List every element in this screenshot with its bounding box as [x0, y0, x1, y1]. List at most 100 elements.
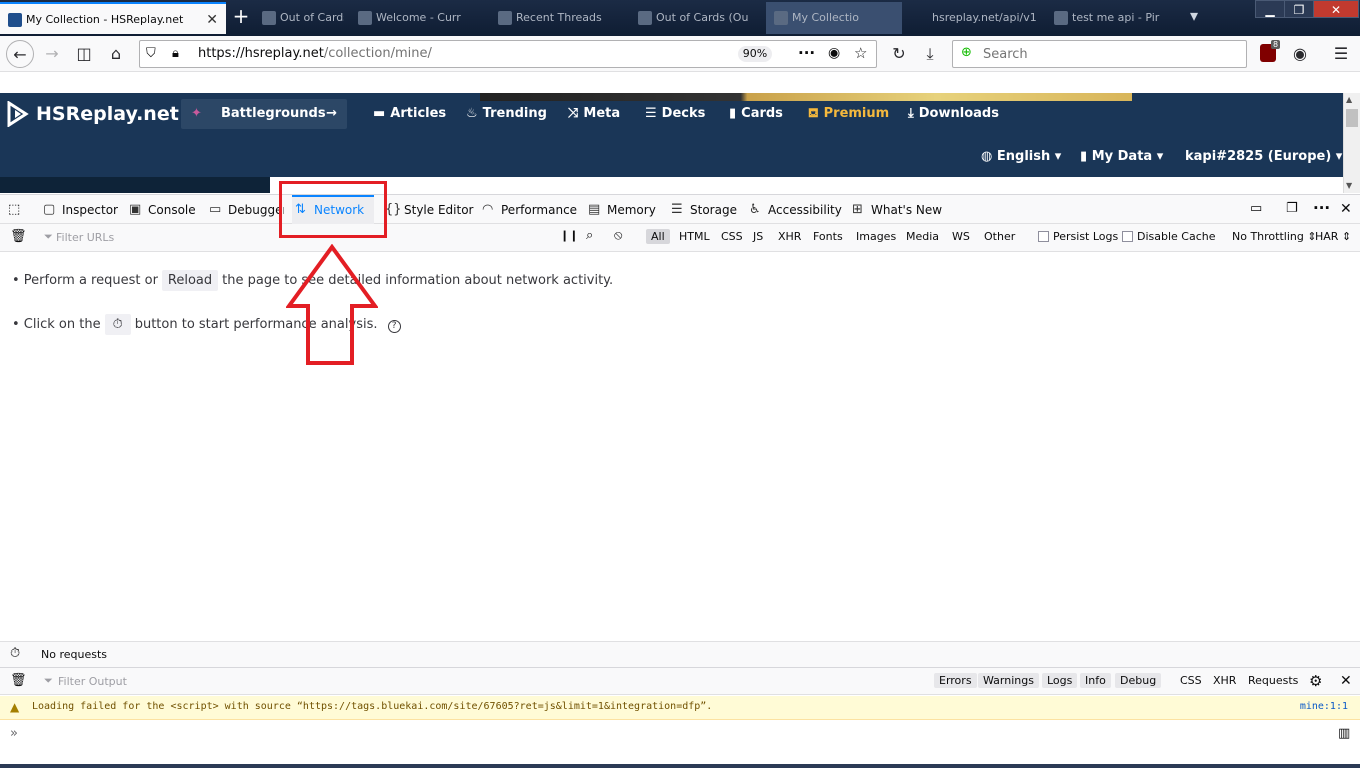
browser-tab-active[interactable]: My Collection - HSReplay.net ✕: [0, 2, 226, 34]
list-all-tabs-icon[interactable]: ▾: [1190, 6, 1198, 25]
tab-inspector[interactable]: ▢ Inspector: [40, 195, 118, 225]
trash-icon[interactable]: 🗑︎: [10, 229, 27, 244]
ad-banner[interactable]: [480, 93, 1132, 101]
sidebar-toggle-icon[interactable]: ◫: [70, 40, 98, 68]
lock-icon[interactable]: 🔒︎: [172, 46, 179, 61]
search-icon[interactable]: ⌕: [586, 228, 593, 243]
nav-articles[interactable]: ▬ Articles: [373, 106, 446, 121]
har-menu[interactable]: HAR ⇕: [1315, 230, 1351, 243]
filter-media[interactable]: Media: [906, 230, 939, 243]
nav-premium[interactable]: ⛾ Premium: [808, 106, 889, 123]
filter-other[interactable]: Other: [984, 230, 1015, 243]
tab-style-editor[interactable]: {} Style Editor: [382, 195, 473, 225]
filter-urls-input[interactable]: Filter URLs: [56, 231, 114, 244]
filter-fonts[interactable]: Fonts: [813, 230, 843, 243]
filter-js[interactable]: JS: [753, 230, 763, 243]
browser-tab[interactable]: Out of Cards (Ou: [630, 2, 760, 34]
filter-xhr[interactable]: XHR: [778, 230, 801, 243]
close-window-button[interactable]: ✕: [1313, 0, 1359, 18]
filter-xhr[interactable]: XHR: [1213, 674, 1236, 687]
warning-message[interactable]: Loading failed for the <script> with sou…: [32, 701, 712, 712]
stopwatch-button[interactable]: ⏱︎: [104, 314, 131, 335]
home-button[interactable]: ⌂: [102, 40, 130, 68]
reload-button[interactable]: Reload: [161, 270, 219, 291]
tab-whats-new[interactable]: ⊞ What's New: [849, 195, 942, 225]
browser-tab[interactable]: test me api - Pir: [1046, 2, 1176, 34]
dock-icon[interactable]: ❐: [1286, 201, 1298, 216]
pocket-icon[interactable]: ◉: [828, 45, 840, 61]
site-logo[interactable]: HSReplay.net: [6, 99, 179, 129]
checkbox-box[interactable]: [1122, 231, 1133, 242]
battlegrounds-button[interactable]: ✦ Battlegrounds →: [181, 99, 347, 129]
pause-icon[interactable]: ❙❙: [560, 229, 578, 242]
nav-trending[interactable]: ♨ Trending: [466, 106, 547, 121]
filter-warnings[interactable]: Warnings: [978, 673, 1039, 688]
element-picker-icon[interactable]: ⬚: [8, 202, 20, 217]
filter-requests[interactable]: Requests: [1248, 674, 1298, 687]
trash-icon[interactable]: 🗑︎: [10, 673, 27, 688]
bookmark-star-icon[interactable]: ☆: [854, 44, 867, 62]
filter-errors[interactable]: Errors: [934, 673, 977, 688]
filter-ws[interactable]: WS: [952, 230, 970, 243]
block-icon[interactable]: ⦸: [614, 228, 622, 243]
downloads-icon[interactable]: ⤓: [916, 40, 944, 68]
editor-mode-icon[interactable]: ▥: [1338, 726, 1350, 741]
tab-accessibility[interactable]: ♿︎ Accessibility: [746, 195, 842, 225]
scroll-up-icon[interactable]: ▲: [1346, 95, 1352, 104]
menu-icon[interactable]: ☰: [1327, 40, 1355, 68]
search-input[interactable]: [983, 45, 1233, 63]
close-devtools-icon[interactable]: ✕: [1340, 201, 1352, 217]
browser-tab[interactable]: Welcome - Curr: [350, 2, 482, 34]
browser-tab[interactable]: Recent Threads: [490, 2, 626, 34]
restore-button[interactable]: ❐: [1284, 0, 1314, 18]
nav-decks[interactable]: ☰ Decks: [645, 106, 705, 121]
zoom-indicator[interactable]: 90%: [738, 46, 772, 62]
tab-debugger[interactable]: ▭ Debugger: [206, 195, 284, 225]
filter-css[interactable]: CSS: [721, 230, 743, 243]
filter-css[interactable]: CSS: [1180, 674, 1202, 687]
reload-button[interactable]: ↻: [885, 40, 913, 68]
browser-tab[interactable]: Out of Cards (Ou: [254, 2, 344, 34]
url-text[interactable]: https://hsreplay.net/collection/mine/: [198, 41, 432, 67]
tab-performance[interactable]: ◠ Performance: [479, 195, 577, 225]
language-dropdown[interactable]: ◍ English ▾: [981, 149, 1061, 164]
tab-console[interactable]: ▣ Console: [126, 195, 196, 225]
tab-storage[interactable]: ☰ Storage: [668, 195, 737, 225]
close-tab-icon[interactable]: ✕: [206, 4, 218, 34]
filter-debug[interactable]: Debug: [1115, 673, 1162, 688]
browser-tab[interactable]: hsreplay.net/api/v1: [906, 2, 1042, 34]
filter-info[interactable]: Info: [1080, 673, 1111, 688]
page-scrollbar[interactable]: ▲ ▼: [1343, 93, 1360, 193]
page-actions-icon[interactable]: ···: [798, 44, 815, 62]
new-tab-button[interactable]: +: [230, 4, 252, 28]
account-dropdown[interactable]: kapi#2825 (Europe) ▾: [1185, 149, 1342, 164]
my-data-dropdown[interactable]: ▮ My Data ▾: [1080, 149, 1163, 164]
nav-cards[interactable]: ▮ Cards: [729, 106, 783, 121]
filter-html[interactable]: HTML: [679, 230, 710, 243]
filter-logs[interactable]: Logs: [1042, 673, 1078, 688]
tab-memory[interactable]: ▤ Memory: [585, 195, 656, 225]
nav-downloads[interactable]: ⤓ Downloads: [908, 106, 999, 121]
gear-icon[interactable]: ⚙: [1309, 672, 1322, 690]
console-input[interactable]: » ▥: [0, 721, 1360, 749]
filter-images[interactable]: Images: [856, 230, 896, 243]
account-icon[interactable]: ◉: [1286, 40, 1314, 68]
checkbox-box[interactable]: [1038, 231, 1049, 242]
shield-icon[interactable]: ⛉: [146, 46, 156, 61]
minimize-button[interactable]: ▁: [1255, 0, 1285, 18]
more-options-icon[interactable]: ···: [1313, 199, 1330, 217]
persist-logs-checkbox[interactable]: Persist Logs: [1038, 230, 1118, 243]
split-console-icon[interactable]: ▭: [1250, 201, 1262, 216]
help-icon[interactable]: ?: [387, 320, 401, 333]
forward-button[interactable]: →: [38, 40, 66, 68]
disable-cache-checkbox[interactable]: Disable Cache: [1122, 230, 1216, 243]
back-button[interactable]: ←: [6, 40, 34, 68]
warning-location-link[interactable]: mine:1:1: [1300, 701, 1348, 712]
url-bar[interactable]: ⛉ 🔒︎ https://hsreplay.net/collection/min…: [139, 40, 877, 68]
filter-output-input[interactable]: Filter Output: [58, 675, 127, 688]
nav-meta[interactable]: ⤨ Meta: [568, 106, 620, 121]
throttling-select[interactable]: No Throttling ⇕: [1232, 230, 1317, 243]
browser-tab[interactable]: My Collectio: [766, 2, 902, 34]
filter-all[interactable]: All: [646, 229, 670, 244]
close-console-icon[interactable]: ✕: [1340, 673, 1352, 689]
